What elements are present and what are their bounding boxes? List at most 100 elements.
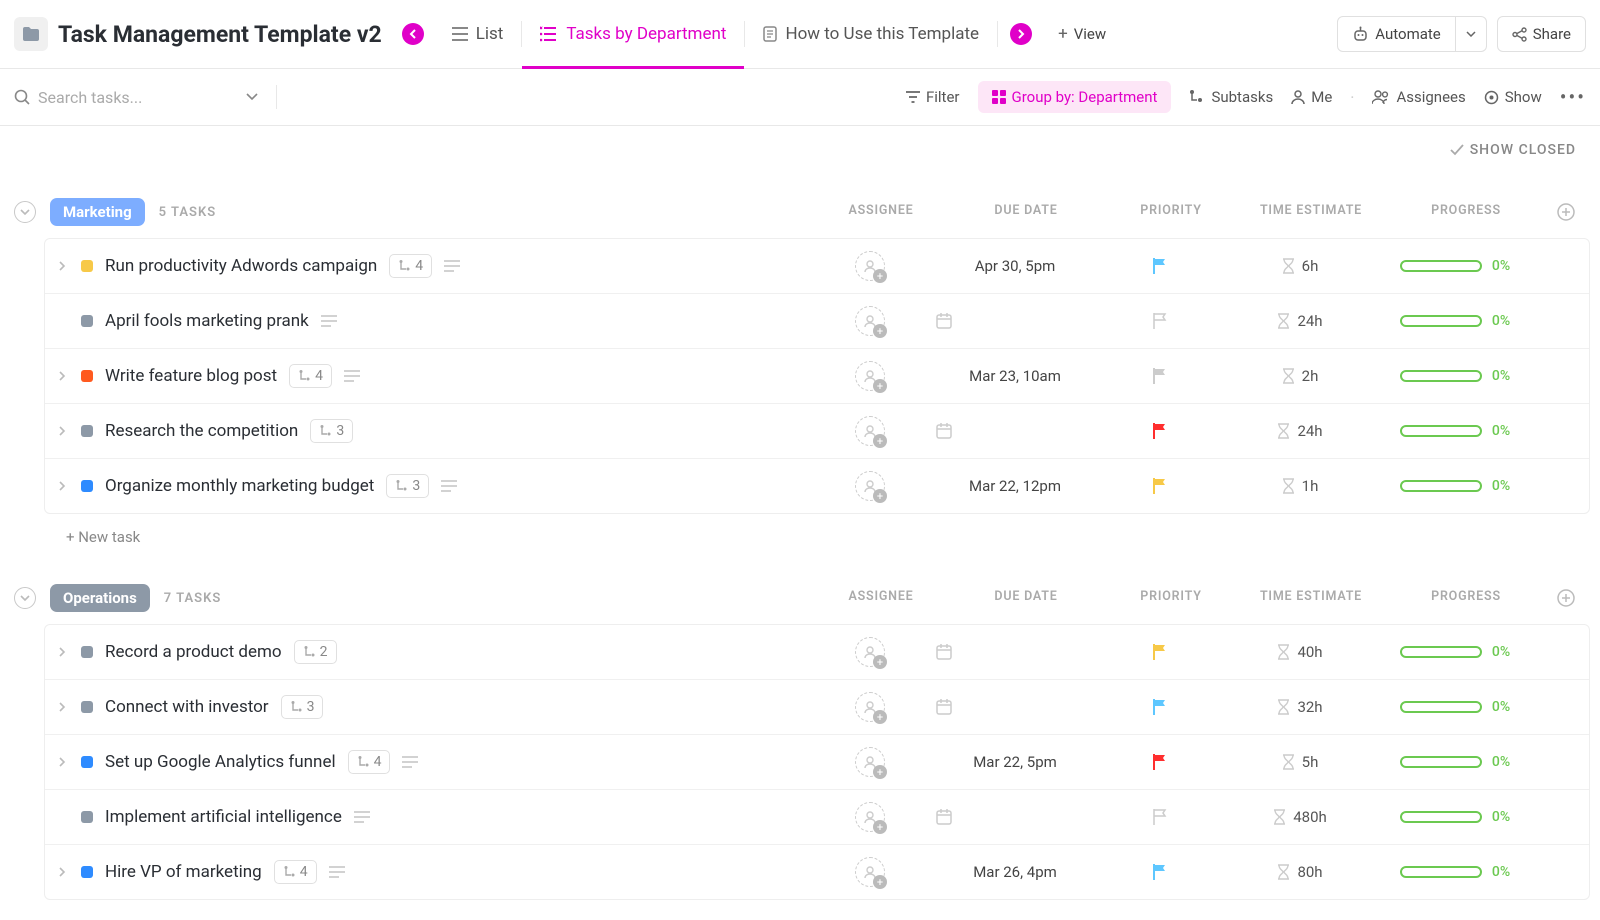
assignee-cell[interactable]: [805, 416, 935, 446]
expand-caret[interactable]: [59, 647, 69, 657]
description-icon[interactable]: [402, 756, 418, 768]
progress-cell[interactable]: 0%: [1375, 809, 1535, 825]
assignee-placeholder[interactable]: [855, 802, 885, 832]
progress-cell[interactable]: 0%: [1375, 423, 1535, 439]
priority-cell[interactable]: [1095, 643, 1225, 661]
assignee-cell[interactable]: [805, 306, 935, 336]
progress-cell[interactable]: 0%: [1375, 258, 1535, 274]
due-date-cell[interactable]: [935, 698, 1095, 716]
collapse-toggle[interactable]: [14, 201, 36, 223]
time-estimate-cell[interactable]: 5h: [1225, 753, 1375, 771]
col-assignee[interactable]: ASSIGNEE: [816, 203, 946, 221]
expand-caret[interactable]: [59, 702, 69, 712]
task-name[interactable]: Run productivity Adwords campaign: [105, 256, 377, 276]
assignee-cell[interactable]: [805, 802, 935, 832]
status-square[interactable]: [81, 480, 93, 492]
status-square[interactable]: [81, 756, 93, 768]
status-square[interactable]: [81, 370, 93, 382]
expand-caret[interactable]: [59, 371, 69, 381]
subtask-chip[interactable]: 4: [289, 364, 332, 388]
task-row[interactable]: Set up Google Analytics funnel4Mar 22, 5…: [45, 735, 1589, 790]
expand-caret[interactable]: [59, 867, 69, 877]
task-row[interactable]: Implement artificial intelligence 480h0%: [45, 790, 1589, 845]
description-icon[interactable]: [444, 260, 460, 272]
progress-cell[interactable]: 0%: [1375, 754, 1535, 770]
assignee-placeholder[interactable]: [855, 251, 885, 281]
col-progress[interactable]: PROGRESS: [1386, 203, 1546, 221]
due-date-cell[interactable]: [935, 808, 1095, 826]
description-icon[interactable]: [441, 480, 457, 492]
subtask-chip[interactable]: 4: [274, 860, 317, 884]
progress-cell[interactable]: 0%: [1375, 644, 1535, 660]
task-name[interactable]: Record a product demo: [105, 642, 282, 662]
col-assignee[interactable]: ASSIGNEE: [816, 589, 946, 607]
time-estimate-cell[interactable]: 32h: [1225, 698, 1375, 716]
task-name[interactable]: Implement artificial intelligence: [105, 807, 342, 827]
priority-cell[interactable]: [1095, 863, 1225, 881]
time-estimate-cell[interactable]: 2h: [1225, 367, 1375, 385]
assignee-placeholder[interactable]: [855, 361, 885, 391]
group-pill[interactable]: Operations: [50, 584, 150, 612]
description-icon[interactable]: [329, 866, 345, 878]
task-name[interactable]: Set up Google Analytics funnel: [105, 752, 336, 772]
expand-caret[interactable]: [59, 757, 69, 767]
task-name[interactable]: Connect with investor: [105, 697, 269, 717]
status-square[interactable]: [81, 866, 93, 878]
expand-caret[interactable]: [59, 426, 69, 436]
task-name[interactable]: April fools marketing prank: [105, 311, 309, 331]
assignee-placeholder[interactable]: [855, 692, 885, 722]
task-name[interactable]: Organize monthly marketing budget: [105, 476, 374, 496]
new-task-button[interactable]: + New task: [44, 514, 1590, 560]
assignee-cell[interactable]: [805, 747, 935, 777]
col-time-estimate[interactable]: TIME ESTIMATE: [1236, 589, 1386, 607]
col-due-date[interactable]: DUE DATE: [946, 589, 1106, 607]
task-row[interactable]: Write feature blog post4Mar 23, 10am2h0%: [45, 349, 1589, 404]
due-date-cell[interactable]: Mar 23, 10am: [935, 367, 1095, 385]
status-square[interactable]: [81, 811, 93, 823]
col-due-date[interactable]: DUE DATE: [946, 203, 1106, 221]
col-time-estimate[interactable]: TIME ESTIMATE: [1236, 203, 1386, 221]
priority-cell[interactable]: [1095, 312, 1225, 330]
status-square[interactable]: [81, 646, 93, 658]
search-input[interactable]: [38, 88, 238, 107]
task-row[interactable]: April fools marketing prank24h0%: [45, 294, 1589, 349]
priority-cell[interactable]: [1095, 477, 1225, 495]
col-progress[interactable]: PROGRESS: [1386, 589, 1546, 607]
priority-cell[interactable]: [1095, 257, 1225, 275]
expand-caret[interactable]: [59, 261, 69, 271]
automate-button[interactable]: Automate: [1337, 16, 1455, 52]
col-priority[interactable]: PRIORITY: [1106, 203, 1236, 221]
add-column-button[interactable]: [1546, 589, 1586, 607]
task-name[interactable]: Research the competition: [105, 421, 298, 441]
progress-cell[interactable]: 0%: [1375, 699, 1535, 715]
priority-cell[interactable]: [1095, 422, 1225, 440]
assignees-button[interactable]: Assignees: [1372, 88, 1465, 106]
due-date-cell[interactable]: [935, 643, 1095, 661]
nav-next-button[interactable]: [1010, 23, 1032, 45]
view-tab-list[interactable]: List: [434, 10, 522, 58]
priority-cell[interactable]: [1095, 753, 1225, 771]
assignee-cell[interactable]: [805, 361, 935, 391]
assignee-cell[interactable]: [805, 637, 935, 667]
due-date-cell[interactable]: [935, 312, 1095, 330]
subtask-chip[interactable]: 4: [389, 254, 432, 278]
search-dropdown[interactable]: [246, 93, 258, 101]
time-estimate-cell[interactable]: 24h: [1225, 422, 1375, 440]
task-row[interactable]: Organize monthly marketing budget3Mar 22…: [45, 459, 1589, 513]
due-date-cell[interactable]: Apr 30, 5pm: [935, 257, 1095, 275]
progress-cell[interactable]: 0%: [1375, 864, 1535, 880]
add-column-button[interactable]: [1546, 203, 1586, 221]
due-date-cell[interactable]: Mar 26, 4pm: [935, 863, 1095, 881]
add-view-button[interactable]: + View: [1044, 16, 1120, 52]
assignee-placeholder[interactable]: [855, 471, 885, 501]
priority-cell[interactable]: [1095, 367, 1225, 385]
folder-icon[interactable]: [14, 17, 48, 51]
time-estimate-cell[interactable]: 480h: [1225, 808, 1375, 826]
status-square[interactable]: [81, 260, 93, 272]
description-icon[interactable]: [344, 370, 360, 382]
progress-cell[interactable]: 0%: [1375, 478, 1535, 494]
assignee-cell[interactable]: [805, 857, 935, 887]
assignee-placeholder[interactable]: [855, 306, 885, 336]
subtask-chip[interactable]: 3: [281, 695, 324, 719]
task-row[interactable]: Connect with investor 3 32h0%: [45, 680, 1589, 735]
